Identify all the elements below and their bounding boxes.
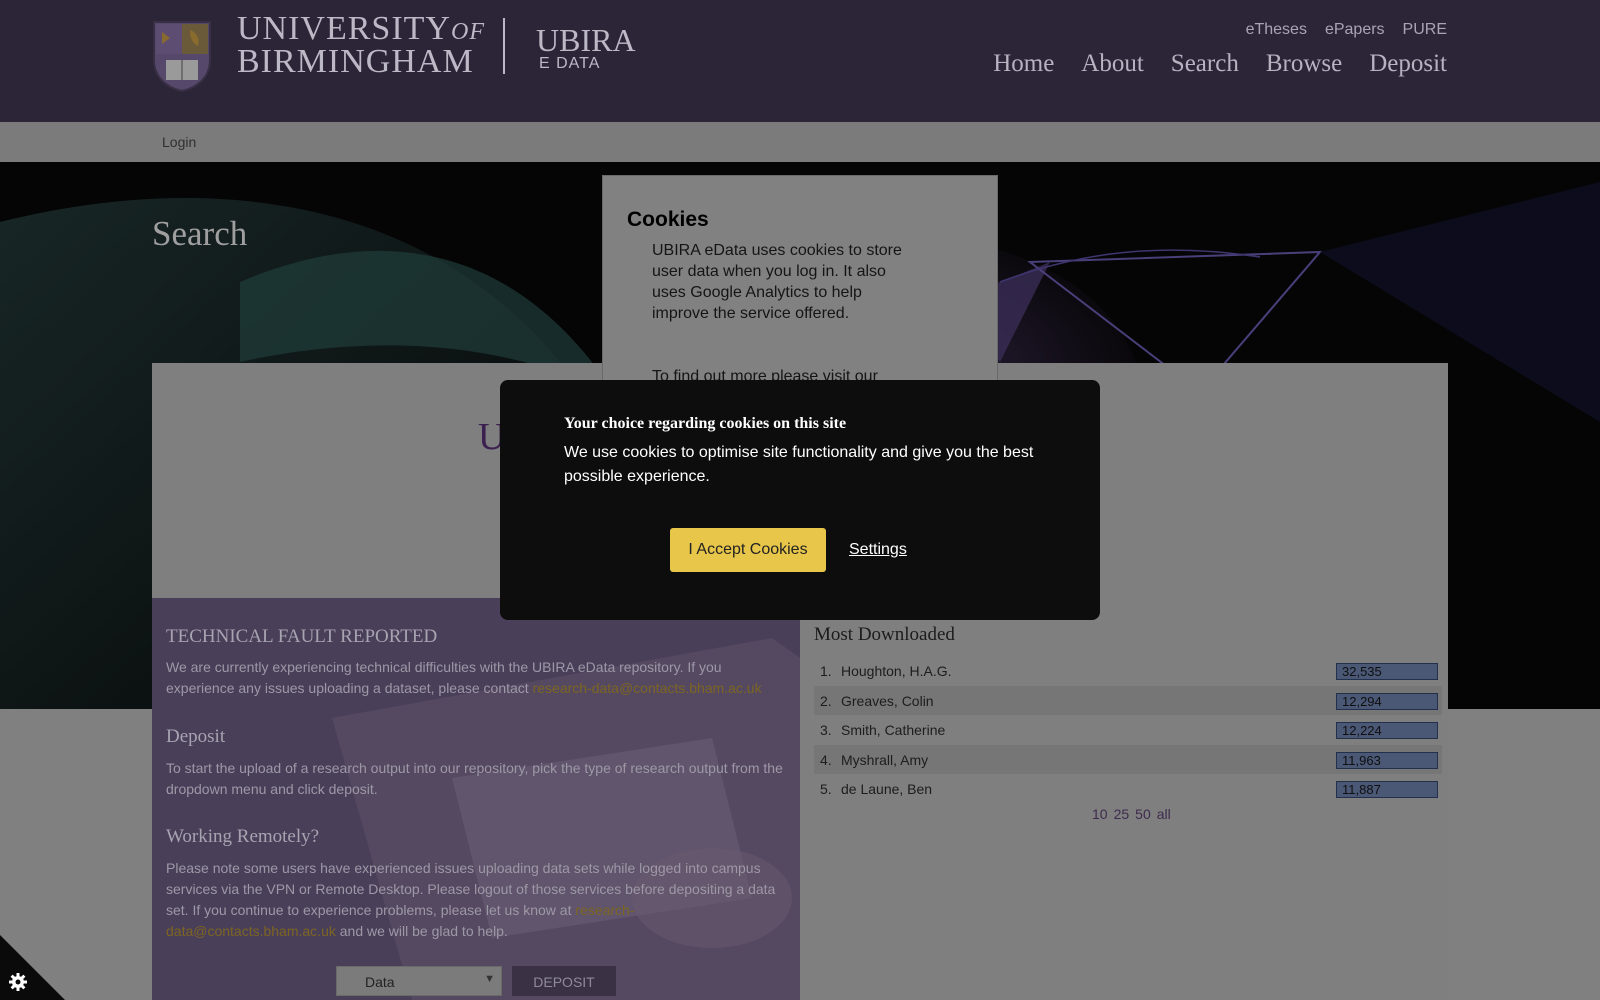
list-item[interactable]: 1. Houghton, H.A.G. 32,535 <box>814 656 1442 686</box>
nav-deposit[interactable]: Deposit <box>1369 50 1447 78</box>
most-downloaded-panel: Most Downloaded 1. Houghton, H.A.G. 32,5… <box>800 598 1448 1000</box>
deposit-title: Deposit <box>166 726 226 747</box>
info-column: TECHNICAL FAULT REPORTED We are currentl… <box>152 598 800 1000</box>
hero-title: Search <box>152 214 248 253</box>
remote-title: Working Remotely? <box>166 826 320 847</box>
toplink-etheses[interactable]: eTheses <box>1246 21 1307 39</box>
author-name[interactable]: Houghton, H.A.G. <box>841 663 952 679</box>
chevron-down-icon: ▼ <box>484 973 495 985</box>
select-value: Data <box>365 974 395 990</box>
university-wordmark[interactable]: UNIVERSITYOF BIRMINGHAM <box>237 12 485 80</box>
deposit-text: To start the upload of a research output… <box>166 760 783 797</box>
most-downloaded-title: Most Downloaded <box>814 624 955 645</box>
uni-of: OF <box>450 19 485 45</box>
remote-text: Please note some users have experienced … <box>166 858 786 942</box>
page-size-all[interactable]: all <box>1157 806 1171 822</box>
download-count: 12,224 <box>1336 722 1438 739</box>
rank: 2. <box>820 692 832 709</box>
cookies-info-dialog: Cookies UBIRA eData uses cookies to stor… <box>602 175 998 385</box>
download-list: 1. Houghton, H.A.G. 32,535 2. Greaves, C… <box>814 656 1442 804</box>
download-count: 12,294 <box>1336 692 1438 710</box>
list-item[interactable]: 2. Greaves, Colin 12,294 <box>814 685 1442 715</box>
deposit-controls: Data ▼ DEPOSIT <box>336 966 616 996</box>
top-links: eTheses ePapers PURE <box>1246 21 1447 39</box>
toplink-epapers[interactable]: ePapers <box>1325 21 1385 39</box>
author-name[interactable]: Smith, Catherine <box>841 722 945 738</box>
gear-icon <box>9 973 27 991</box>
main-nav: Home About Search Browse Deposit <box>993 50 1447 78</box>
consent-text: We use cookies to optimise site function… <box>564 444 1034 485</box>
fault-text: We are currently experiencing technical … <box>166 657 786 699</box>
download-count: 11,887 <box>1336 781 1438 798</box>
cookie-settings-widget[interactable] <box>0 935 65 1000</box>
login-bar: Login <box>0 122 1600 162</box>
author-name[interactable]: de Laune, Ben <box>841 781 932 797</box>
university-crest-icon[interactable] <box>152 20 212 92</box>
cookies-title: Cookies <box>627 208 709 231</box>
rank: 5. <box>820 781 832 797</box>
list-item[interactable]: 5. de Laune, Ben 11,887 <box>814 774 1442 804</box>
logo-divider <box>503 18 505 74</box>
consent-title: Your choice regarding cookies on this si… <box>564 415 847 432</box>
rank: 4. <box>820 751 832 768</box>
cookie-settings-link[interactable]: Settings <box>849 541 907 559</box>
accept-cookies-button[interactable]: I Accept Cookies <box>670 528 826 572</box>
remote-text-body: Please note some users have experienced … <box>166 860 776 918</box>
login-link[interactable]: Login <box>162 134 196 150</box>
repo-subtitle: E DATA <box>539 55 601 72</box>
output-type-select[interactable]: Data ▼ <box>336 966 502 996</box>
nav-search[interactable]: Search <box>1171 50 1239 78</box>
cookies-text: UBIRA eData uses cookies to store user d… <box>652 242 902 322</box>
site-header: UNIVERSITYOF BIRMINGHAM UBIRA E DATA eTh… <box>0 0 1600 122</box>
toplink-pure[interactable]: PURE <box>1403 21 1447 39</box>
author-name[interactable]: Greaves, Colin <box>841 693 934 709</box>
fault-email-link[interactable]: research-data@contacts.bham.ac.uk <box>533 680 762 696</box>
fault-title: TECHNICAL FAULT REPORTED <box>166 626 438 647</box>
nav-browse[interactable]: Browse <box>1266 50 1342 78</box>
deposit-button[interactable]: DEPOSIT <box>512 966 616 996</box>
rank: 3. <box>820 722 832 738</box>
nav-home[interactable]: Home <box>993 50 1054 78</box>
rank: 1. <box>820 663 832 679</box>
page-size-25[interactable]: 25 <box>1114 806 1130 822</box>
list-item[interactable]: 3. Smith, Catherine 12,224 <box>814 715 1442 745</box>
remote-text-tail: and we will be glad to help. <box>335 923 508 939</box>
author-name[interactable]: Myshrall, Amy <box>841 752 928 768</box>
page-size-50[interactable]: 50 <box>1135 806 1151 822</box>
page-size-selector: 10 25 50 all <box>1092 806 1171 822</box>
nav-about[interactable]: About <box>1081 50 1144 78</box>
repo-name[interactable]: UBIRA <box>536 24 636 56</box>
cookie-consent-modal: Your choice regarding cookies on this si… <box>500 380 1100 620</box>
list-item[interactable]: 4. Myshrall, Amy 11,963 <box>814 744 1442 774</box>
page-size-10[interactable]: 10 <box>1092 806 1108 822</box>
uni-line1: UNIVERSITY <box>237 10 451 47</box>
download-count: 11,963 <box>1336 751 1438 769</box>
download-count: 32,535 <box>1336 663 1438 680</box>
uni-line2: BIRMINGHAM <box>237 43 474 80</box>
